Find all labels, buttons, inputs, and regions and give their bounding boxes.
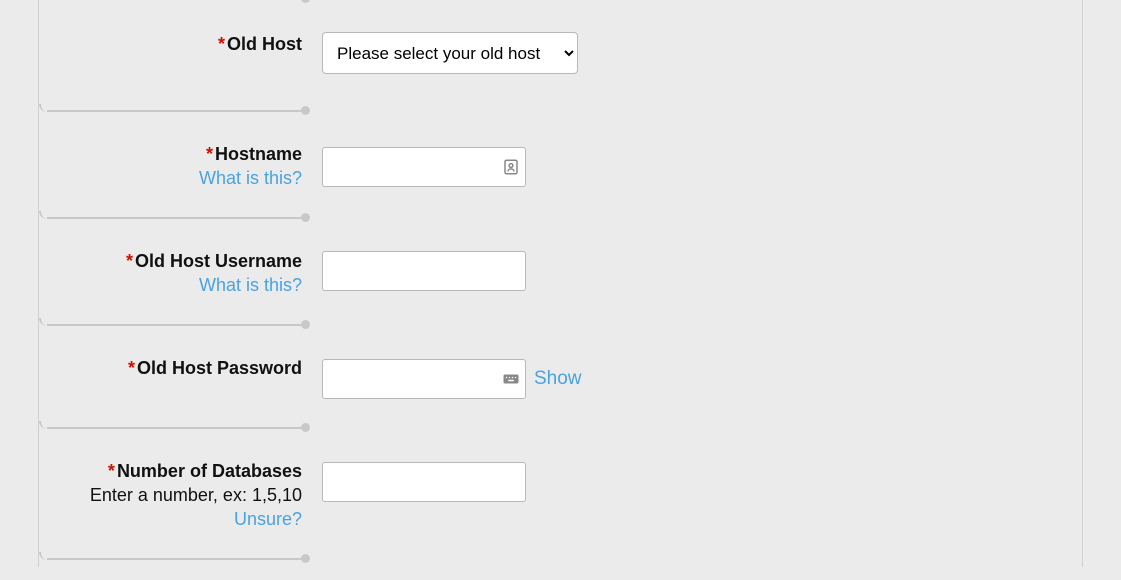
input-col-hostname bbox=[302, 142, 526, 187]
label-old-host-username: *Old Host Username What is this? bbox=[39, 249, 302, 296]
connector-line bbox=[39, 0, 306, 18]
label-hostname: *Hostname What is this? bbox=[39, 142, 302, 189]
row-old-host-password: *Old Host Password bbox=[39, 326, 1082, 429]
row-trailing bbox=[39, 560, 1082, 580]
label-text-num-databases: Number of Databases bbox=[117, 461, 302, 481]
connector-line bbox=[39, 326, 306, 344]
label-old-host-password: *Old Host Password bbox=[39, 356, 302, 379]
old-host-username-input[interactable] bbox=[322, 251, 526, 291]
connector-line bbox=[39, 219, 306, 237]
required-mark: * bbox=[108, 461, 115, 481]
num-databases-input[interactable] bbox=[322, 462, 526, 502]
input-col-old-host-username bbox=[302, 249, 526, 291]
hostname-input[interactable] bbox=[322, 147, 526, 187]
num-databases-help-link[interactable]: Unsure? bbox=[39, 509, 302, 530]
row-old-host-username: *Old Host Username What is this? bbox=[39, 219, 1082, 326]
old-host-username-help-link[interactable]: What is this? bbox=[39, 275, 302, 296]
label-text-old-host-password: Old Host Password bbox=[137, 358, 302, 378]
label-text-old-host-username: Old Host Username bbox=[135, 251, 302, 271]
required-mark: * bbox=[206, 144, 213, 164]
input-col-num-databases bbox=[302, 459, 526, 502]
label-num-databases: *Number of Databases Enter a number, ex:… bbox=[39, 459, 302, 530]
row-num-databases: *Number of Databases Enter a number, ex:… bbox=[39, 429, 1082, 560]
form-container: *Old Host Please select your old host *H… bbox=[38, 0, 1083, 567]
label-text-hostname: Hostname bbox=[215, 144, 302, 164]
required-mark: * bbox=[218, 34, 225, 54]
sublabel-num-databases: Enter a number, ex: 1,5,10 bbox=[39, 485, 302, 506]
old-host-password-input[interactable] bbox=[322, 359, 526, 399]
input-col-old-host: Please select your old host bbox=[302, 32, 578, 74]
password-input-wrap bbox=[322, 359, 526, 399]
show-password-link[interactable]: Show bbox=[534, 368, 582, 390]
row-old-host: *Old Host Please select your old host bbox=[39, 0, 1082, 112]
old-host-select[interactable]: Please select your old host bbox=[322, 32, 578, 74]
page: *Old Host Please select your old host *H… bbox=[0, 0, 1121, 567]
required-mark: * bbox=[128, 358, 135, 378]
connector-line bbox=[39, 560, 306, 578]
label-text-old-host: Old Host bbox=[227, 34, 302, 54]
label-old-host: *Old Host bbox=[39, 32, 302, 55]
connector-line bbox=[39, 429, 306, 447]
connector-line bbox=[39, 112, 306, 130]
required-mark: * bbox=[126, 251, 133, 271]
hostname-input-wrap bbox=[322, 147, 526, 187]
hostname-help-link[interactable]: What is this? bbox=[39, 168, 302, 189]
row-hostname: *Hostname What is this? bbox=[39, 112, 1082, 219]
input-col-old-host-password: Show bbox=[302, 356, 582, 399]
